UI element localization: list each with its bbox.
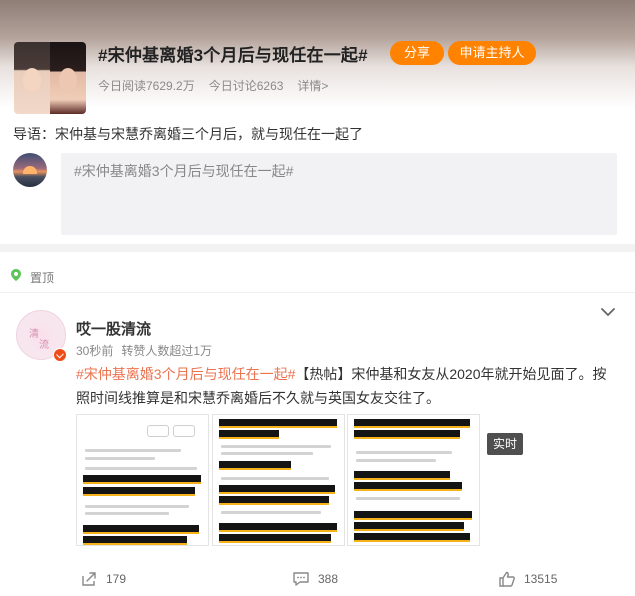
post-time[interactable]: 30秒前 [76, 342, 113, 359]
post-image-3[interactable] [347, 414, 480, 546]
cover-person-left [14, 42, 50, 114]
apply-host-button[interactable]: 申请主持人 [448, 41, 536, 65]
share-button[interactable]: 分享 [390, 41, 444, 65]
discuss-count: 今日讨论6263 [208, 79, 284, 93]
topic-header: #宋仲基离婚3个月后与现任在一起# 分享 申请主持人 今日阅读7629.2万 今… [0, 0, 635, 114]
post-hashtag-link[interactable]: #宋仲基离婚3个月后与现任在一起# [76, 366, 295, 382]
post-repost-meta: 转赞人数超过1万 [121, 344, 213, 358]
comment-button[interactable]: 388 [292, 570, 338, 588]
topic-title: #宋仲基离婚3个月后与现任在一起# [98, 46, 368, 65]
thumb-chip [173, 425, 195, 437]
thumb-chip [147, 425, 169, 437]
post-body: #宋仲基离婚3个月后与现任在一起#【热帖】宋仲基和女友从2020年就开始见面了。… [76, 362, 616, 410]
repost-button[interactable]: 179 [80, 570, 126, 588]
share-arrow-icon [82, 572, 96, 586]
composer-text: #宋仲基离婚3个月后与现任在一起# [74, 163, 294, 179]
avatar-text-2: 流 [39, 340, 49, 351]
section-divider [0, 244, 635, 252]
like-count: 13515 [524, 572, 558, 586]
topic-stats: 今日阅读7629.2万 今日讨论6263 详情> [98, 77, 328, 94]
current-user-avatar[interactable] [13, 153, 47, 187]
comment-icon [293, 572, 309, 586]
chevron-down-icon[interactable] [600, 306, 616, 318]
pin-icon [11, 269, 21, 281]
topic-intro: 导语：宋仲基与宋慧乔离婚三个月后，就与现任在一起了 [13, 126, 363, 142]
avatar-text-1: 清 [29, 329, 39, 340]
pinned-label: 置顶 [30, 271, 55, 285]
verified-badge-icon [53, 348, 67, 362]
topic-cover-image [14, 42, 86, 114]
comment-count: 388 [318, 572, 339, 586]
cover-person-right [50, 42, 86, 114]
read-count: 今日阅读7629.2万 [98, 79, 195, 93]
like-button[interactable]: 13515 [498, 570, 557, 588]
pinned-divider [0, 292, 635, 293]
post-image-1[interactable] [76, 414, 209, 546]
like-icon [499, 571, 515, 587]
author-name[interactable]: 哎一股清流 [76, 318, 151, 339]
repost-count: 179 [106, 572, 127, 586]
post-meta: 30秒前 转赞人数超过1万 [76, 342, 212, 359]
live-badge: 实时 [487, 433, 523, 455]
post-image-2[interactable] [212, 414, 345, 546]
post-composer-input[interactable]: #宋仲基离婚3个月后与现任在一起# [61, 153, 617, 235]
details-link[interactable]: 详情> [297, 77, 328, 94]
